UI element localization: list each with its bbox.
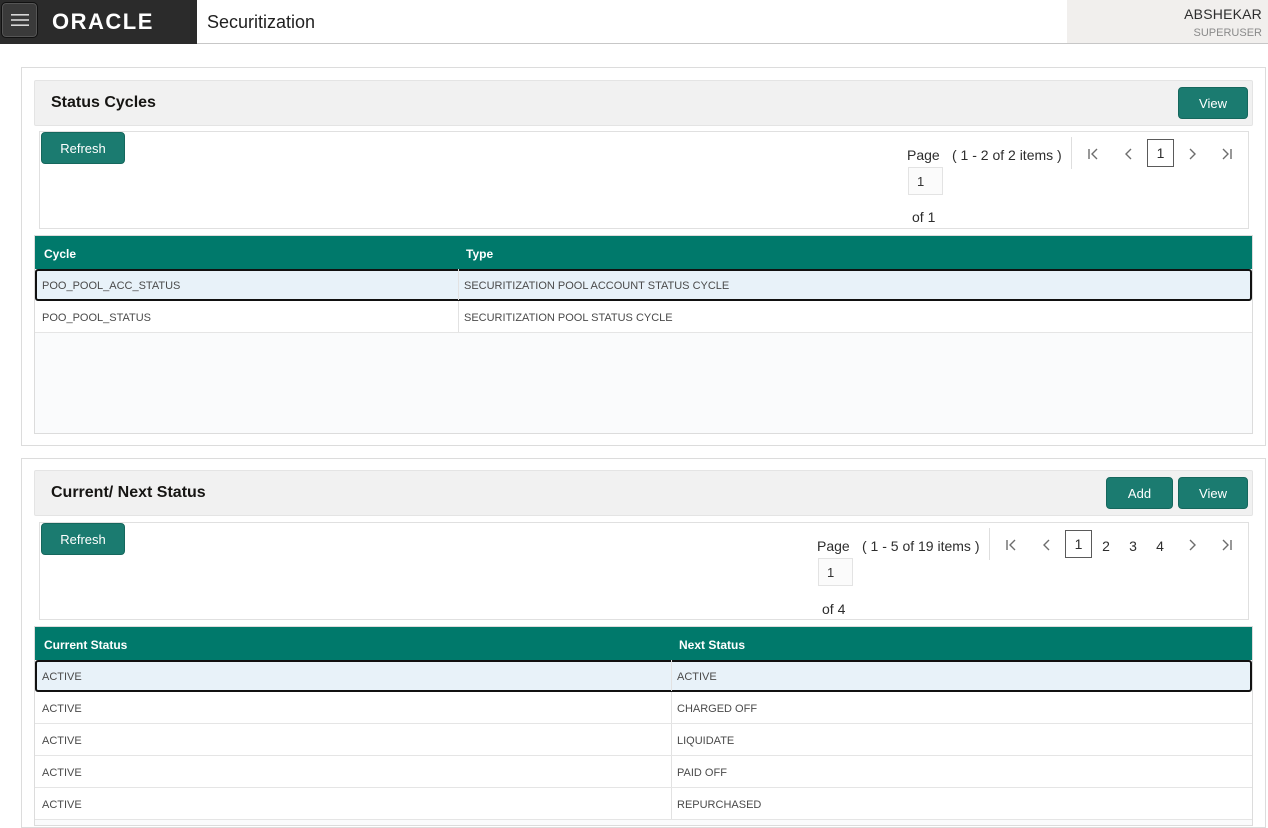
user-name: ABSHEKAR [1184, 6, 1262, 22]
status-cycles-refresh-button[interactable]: Refresh [41, 132, 125, 164]
column-divider [671, 724, 672, 755]
cell-type: SECURITIZATION POOL STATUS CYCLE [464, 312, 673, 324]
table-row[interactable]: ACTIVE PAID OFF [35, 756, 1252, 788]
cell-next-status: REPURCHASED [677, 799, 762, 811]
next-status-add-button[interactable]: Add [1106, 477, 1173, 509]
cell-next-status: PAID OFF [677, 767, 727, 779]
previous-page-icon[interactable] [1039, 537, 1055, 553]
page-number-input[interactable]: 1 [908, 167, 943, 195]
table-row[interactable]: ACTIVE LIQUIDATE [35, 724, 1252, 756]
previous-page-icon[interactable] [1121, 146, 1137, 162]
column-divider [671, 756, 672, 787]
table-row[interactable]: POO_POOL_ACC_STATUS SECURITIZATION POOL … [35, 269, 1252, 301]
page-button-1[interactable]: 1 [1147, 139, 1174, 167]
table-row[interactable]: ACTIVE CHARGED OFF [35, 692, 1252, 724]
last-page-icon[interactable] [1219, 537, 1235, 553]
next-page-icon[interactable] [1184, 146, 1200, 162]
user-menu[interactable]: ABSHEKAR SUPERUSER [1067, 0, 1268, 43]
table-row[interactable]: POO_POOL_STATUS SECURITIZATION POOL STAT… [35, 301, 1252, 333]
page-label: Page [907, 147, 940, 163]
brand-area: ORACLE [0, 0, 197, 44]
first-page-icon[interactable] [1003, 537, 1019, 553]
next-status-toolbar: Refresh Page ( 1 - 5 of 19 items ) 1 of … [39, 522, 1249, 620]
page-items-count: ( 1 - 5 of 19 items ) [862, 538, 980, 554]
user-role: SUPERUSER [1193, 27, 1262, 39]
cell-current-status: ACTIVE [42, 671, 82, 683]
page-items-count: ( 1 - 2 of 2 items ) [952, 147, 1062, 163]
top-header: ORACLE Securitization ABSHEKAR SUPERUSER [0, 0, 1268, 44]
cell-next-status: ACTIVE [677, 671, 717, 683]
cell-next-status: CHARGED OFF [677, 703, 758, 715]
table-header: Current Status Next Status [35, 627, 1252, 660]
next-status-panel: Current/ Next Status Add View Refresh Pa… [21, 458, 1266, 828]
status-cycles-table: Cycle Type POO_POOL_ACC_STATUS SECURITIZ… [34, 235, 1253, 434]
page-number-input[interactable]: 1 [818, 558, 853, 586]
next-status-table: Current Status Next Status ACTIVE ACTIVE… [34, 626, 1253, 826]
next-page-icon[interactable] [1184, 537, 1200, 553]
cell-current-status: ACTIVE [42, 799, 82, 811]
column-divider [458, 269, 459, 300]
table-row[interactable]: ACTIVE ACTIVE [35, 660, 1252, 692]
last-page-icon[interactable] [1219, 146, 1235, 162]
page-button-2[interactable]: 2 [1099, 538, 1113, 554]
next-status-title: Current/ Next Status [51, 484, 206, 501]
cell-cycle: POO_POOL_ACC_STATUS [42, 280, 181, 292]
cell-current-status: ACTIVE [42, 703, 82, 715]
next-status-view-button[interactable]: View [1178, 477, 1248, 509]
oracle-logo: ORACLE [52, 10, 154, 32]
next-status-header: Current/ Next Status Add View [34, 470, 1253, 516]
column-header-cycle[interactable]: Cycle [44, 247, 76, 261]
column-header-current-status[interactable]: Current Status [44, 638, 127, 652]
oracle-logo-text: ORACLE [52, 10, 154, 32]
column-header-next-status[interactable]: Next Status [679, 638, 745, 652]
status-cycles-view-button[interactable]: View [1178, 87, 1248, 119]
pager-divider [1071, 137, 1072, 169]
table-row[interactable]: ACTIVE REPURCHASED [35, 788, 1252, 820]
page-button-1[interactable]: 1 [1065, 530, 1092, 558]
cell-type: SECURITIZATION POOL ACCOUNT STATUS CYCLE [464, 280, 730, 292]
page-button-4[interactable]: 4 [1153, 538, 1167, 554]
status-cycles-panel: Status Cycles View Refresh Page ( 1 - 2 … [21, 67, 1266, 446]
table-header: Cycle Type [35, 236, 1252, 269]
app-title: Securitization [207, 12, 316, 32]
page-total-label: of 4 [822, 601, 846, 617]
column-divider [671, 692, 672, 723]
page-label: Page [817, 538, 850, 554]
cell-cycle: POO_POOL_STATUS [42, 312, 152, 324]
cell-current-status: ACTIVE [42, 735, 82, 747]
next-status-refresh-button[interactable]: Refresh [41, 523, 125, 555]
page-total-label: of 1 [912, 209, 936, 225]
cell-next-status: LIQUIDATE [677, 735, 735, 747]
status-cycles-header: Status Cycles View [34, 80, 1253, 126]
pager-divider [989, 528, 990, 560]
column-divider [671, 788, 672, 819]
column-divider [671, 660, 672, 691]
first-page-icon[interactable] [1085, 146, 1101, 162]
hamburger-menu-icon [10, 14, 29, 26]
hamburger-menu-button[interactable] [1, 2, 38, 38]
page-button-3[interactable]: 3 [1126, 538, 1140, 554]
column-header-type[interactable]: Type [466, 247, 493, 261]
status-cycles-title: Status Cycles [51, 94, 156, 111]
status-cycles-toolbar: Refresh Page ( 1 - 2 of 2 items ) 1 of 1… [39, 131, 1249, 229]
column-divider [458, 301, 459, 332]
cell-current-status: ACTIVE [42, 767, 82, 779]
